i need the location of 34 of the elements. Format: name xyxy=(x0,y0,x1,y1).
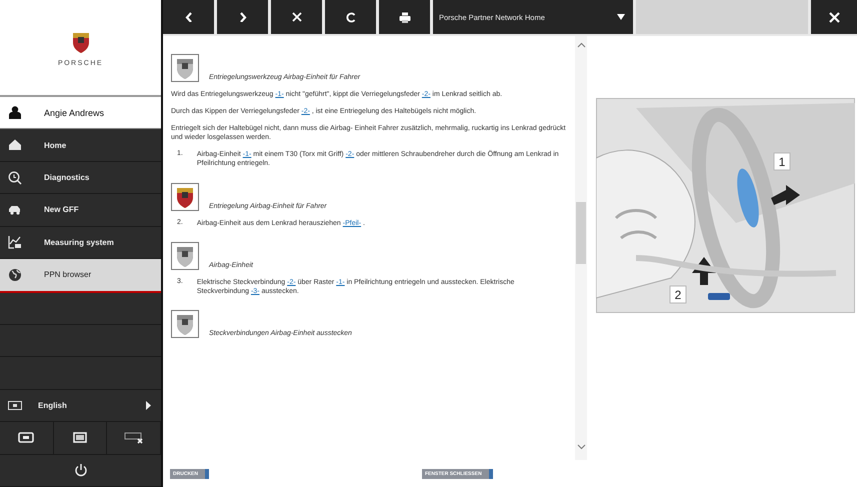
close-icon xyxy=(828,12,840,22)
scrollbar-thumb[interactable] xyxy=(576,202,586,264)
caret-icon xyxy=(146,401,151,410)
print-button[interactable] xyxy=(379,0,430,34)
chevron-left-icon xyxy=(184,12,192,22)
globe-icon xyxy=(8,268,22,282)
user-name: Angie Andrews xyxy=(44,108,104,118)
reload-button[interactable] xyxy=(325,0,376,34)
close-button[interactable] xyxy=(811,0,857,34)
reload-icon xyxy=(346,12,356,22)
scroll-up-icon xyxy=(576,42,586,48)
home-icon xyxy=(8,138,22,152)
battery-icon xyxy=(18,432,34,444)
power-icon xyxy=(74,463,88,478)
callout-label: 2 xyxy=(670,286,686,304)
sidebar-item[interactable]: Home xyxy=(0,129,161,162)
scroll-down-icon xyxy=(576,444,586,450)
power-button[interactable] xyxy=(74,463,88,478)
chart-icon xyxy=(8,235,22,250)
callout-label: 1 xyxy=(774,152,790,170)
user-icon xyxy=(9,106,21,120)
network-disconnected-icon xyxy=(124,431,144,444)
dropdown-caret-icon xyxy=(617,14,625,20)
keyboard-icon xyxy=(8,401,22,410)
scrollbar[interactable] xyxy=(575,36,587,460)
sidebar-item[interactable]: Diagnostics xyxy=(0,162,161,194)
sidebar-item[interactable]: New GFF xyxy=(0,194,161,227)
chevron-right-icon xyxy=(238,12,246,22)
close-icon xyxy=(292,12,302,22)
monitor-icon xyxy=(73,432,87,444)
stop-button[interactable] xyxy=(271,0,322,34)
printer-icon xyxy=(398,12,410,22)
search-icon xyxy=(8,170,22,185)
sidebar-item[interactable]: PPN browser xyxy=(0,259,161,293)
